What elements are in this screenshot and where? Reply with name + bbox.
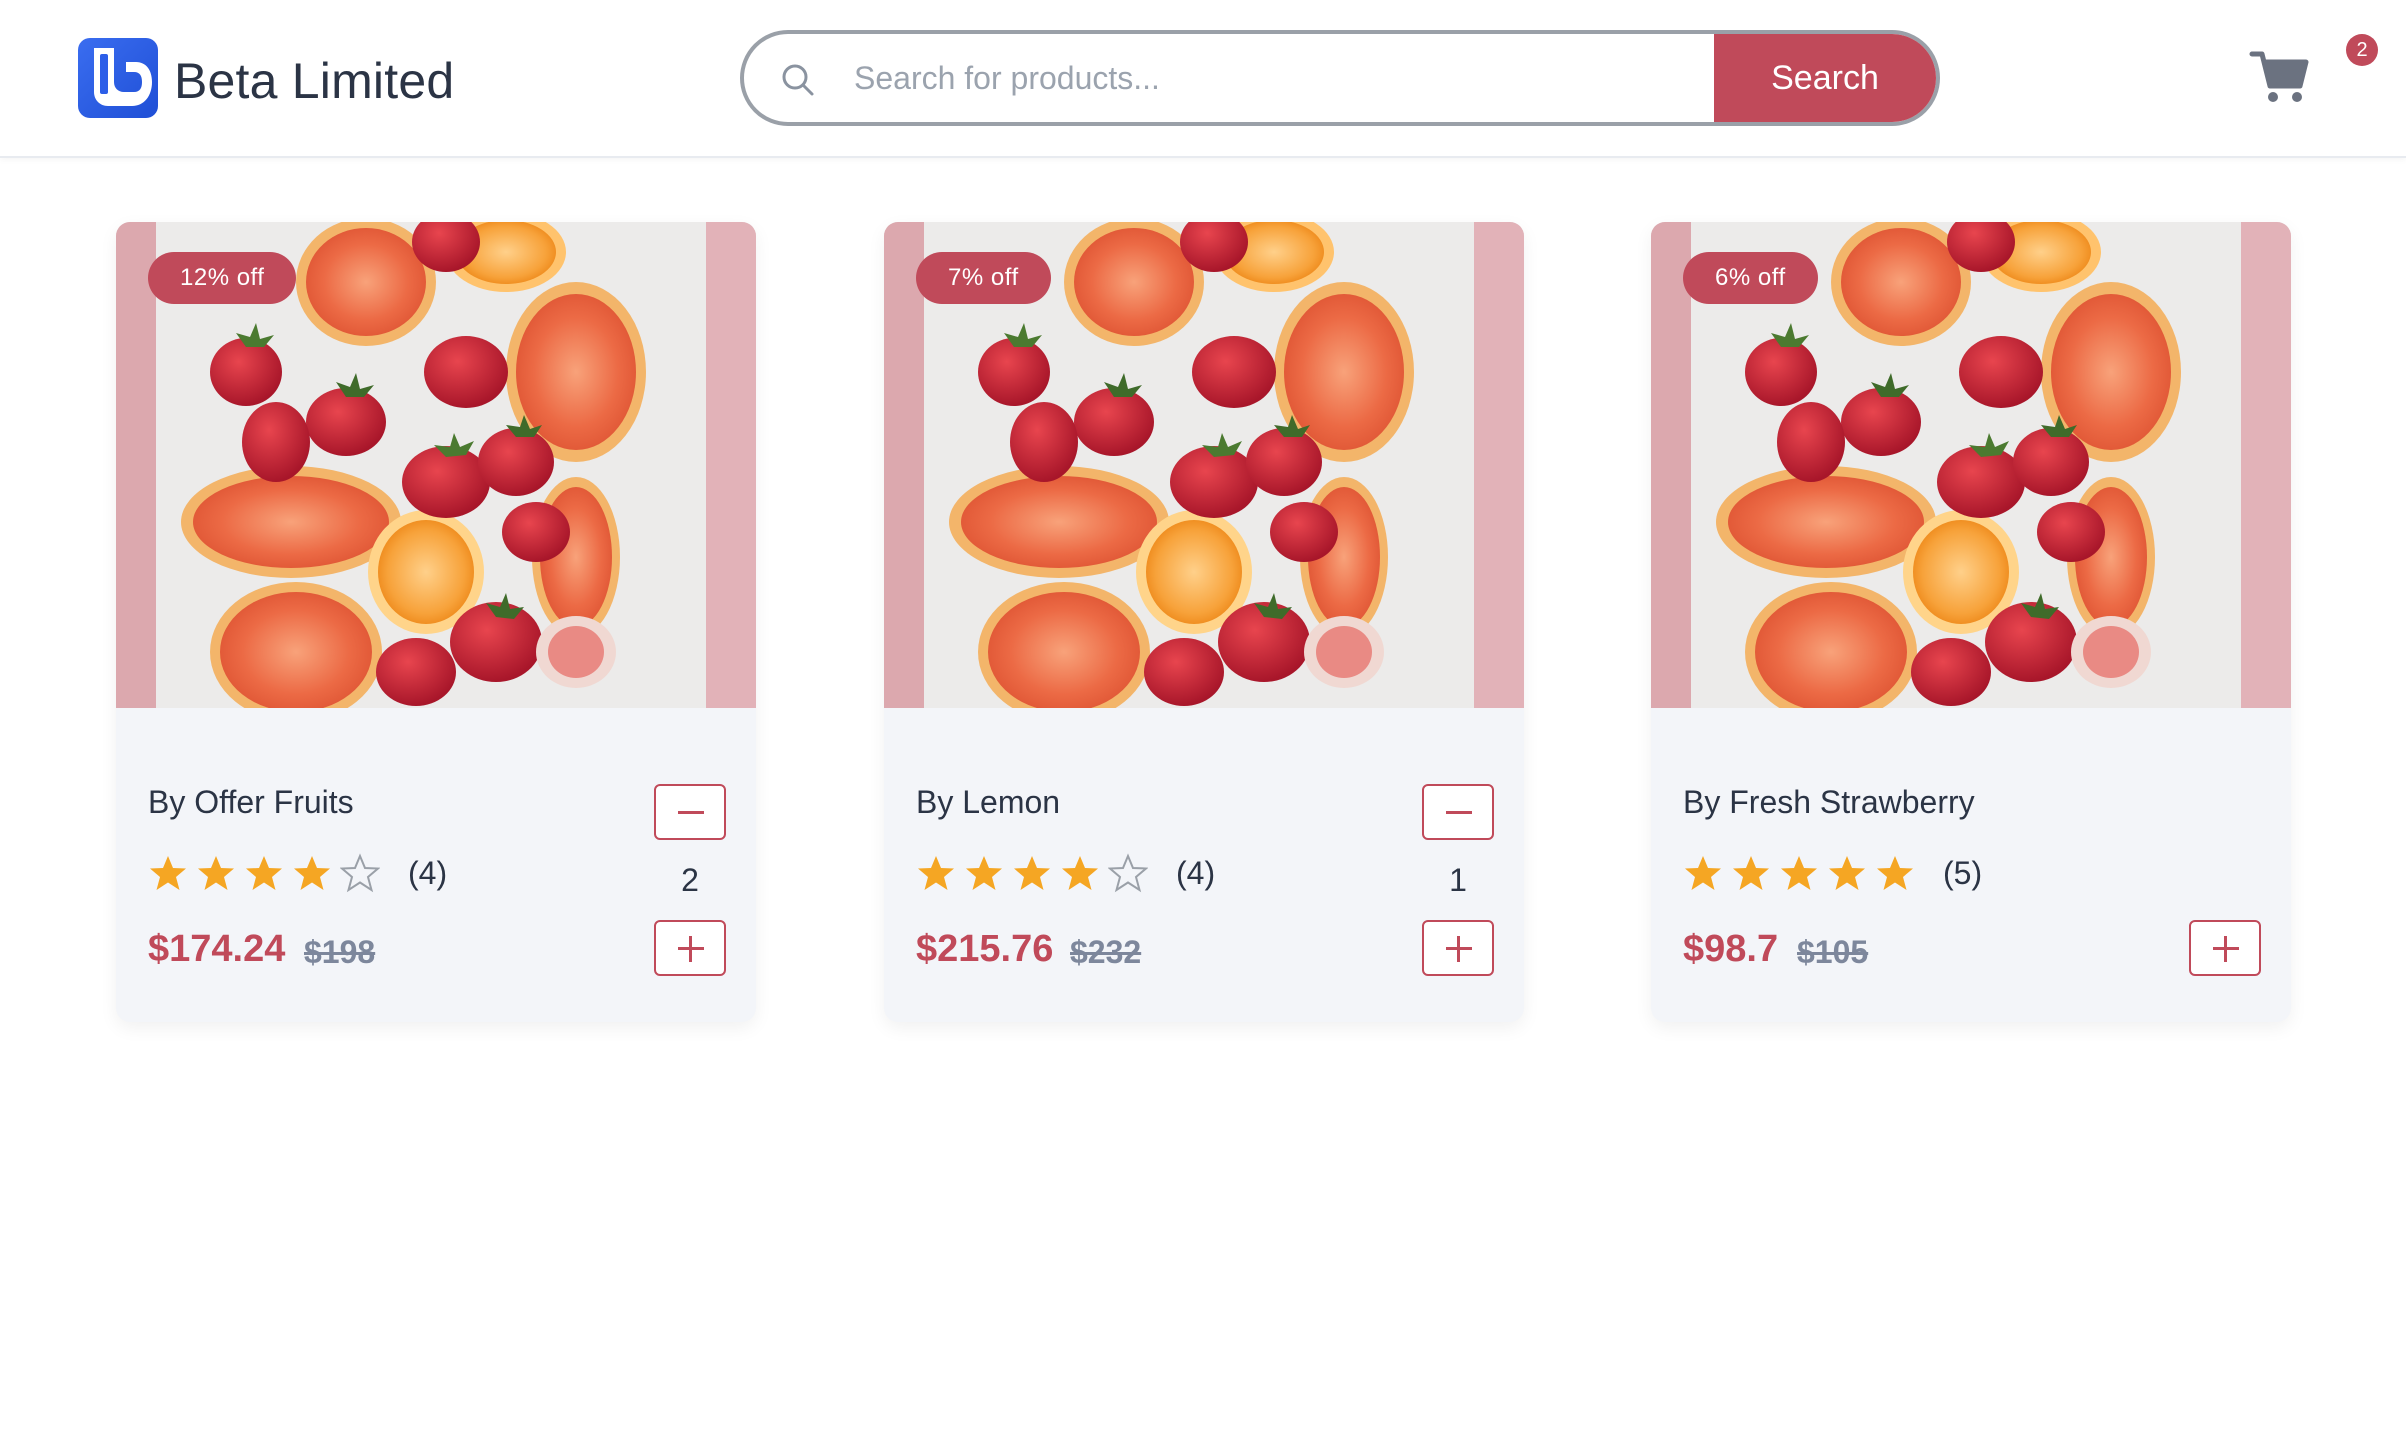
star-filled-icon [1062,856,1098,890]
discount-badge: 7% off [916,252,1051,304]
star-filled-icon [918,856,954,890]
star-filled-icon [246,856,282,890]
cart-count-badge: 2 [2346,34,2378,66]
rating-stars: (4) [916,848,1215,898]
product-card[interactable]: 12% off By Offer Fruits (4) $174.24 $198… [116,222,756,1022]
decrease-quantity-button[interactable] [1422,784,1494,840]
brand-logo-icon[interactable] [78,38,158,118]
product-price: $174.24 [148,928,286,970]
product-card[interactable]: 7% off By Lemon (4) $215.76 $232 1 [884,222,1524,1022]
rating-stars: (4) [148,848,447,898]
increase-quantity-button[interactable] [1422,920,1494,976]
discount-badge: 12% off [148,252,297,304]
star-empty-icon [340,853,380,893]
top-header: Beta Limited Search 2 [0,0,2406,158]
star-filled-icon [1733,856,1769,890]
original-price: $105 [1797,934,1869,970]
star-filled-icon [966,856,1002,890]
star-filled-icon [294,856,330,890]
star-filled-icon [1877,856,1913,890]
product-title[interactable]: By Fresh Strawberry [1683,784,1975,821]
original-price: $232 [1070,934,1142,970]
quantity-value: 1 [1449,862,1467,898]
star-filled-icon [1781,856,1817,890]
decrease-quantity-button[interactable] [654,784,726,840]
star-filled-icon [150,856,186,890]
minus-icon [1446,811,1472,814]
discount-badge: 6% off [1683,252,1818,304]
original-price: $198 [304,934,376,970]
search-button[interactable]: Search [1714,34,1936,122]
product-title[interactable]: By Lemon [916,784,1060,821]
quantity-value: 2 [681,862,699,898]
search-input[interactable] [854,34,1814,122]
product-title[interactable]: By Offer Fruits [148,784,354,821]
star-filled-icon [1014,856,1050,890]
rating-count: (4) [1176,854,1216,891]
product-card[interactable]: 6% off By Fresh Strawberry (5) $98.7 $10… [1651,222,2291,1022]
search-icon [782,64,814,96]
increase-quantity-button[interactable] [2189,920,2261,976]
star-filled-icon [1829,856,1865,890]
star-filled-icon [198,856,234,890]
brand-name[interactable]: Beta Limited [174,52,454,110]
shopping-cart-icon[interactable] [2248,44,2312,108]
rating-stars: (5) [1683,848,1982,898]
star-filled-icon [1685,856,1721,890]
product-price: $215.76 [916,928,1054,970]
product-price: $98.7 [1683,928,1779,970]
increase-quantity-button[interactable] [654,920,726,976]
minus-icon [678,811,704,814]
search-bar: Search [740,30,1940,126]
star-empty-icon [1108,853,1148,893]
rating-count: (4) [408,854,448,891]
rating-count: (5) [1943,854,1983,891]
